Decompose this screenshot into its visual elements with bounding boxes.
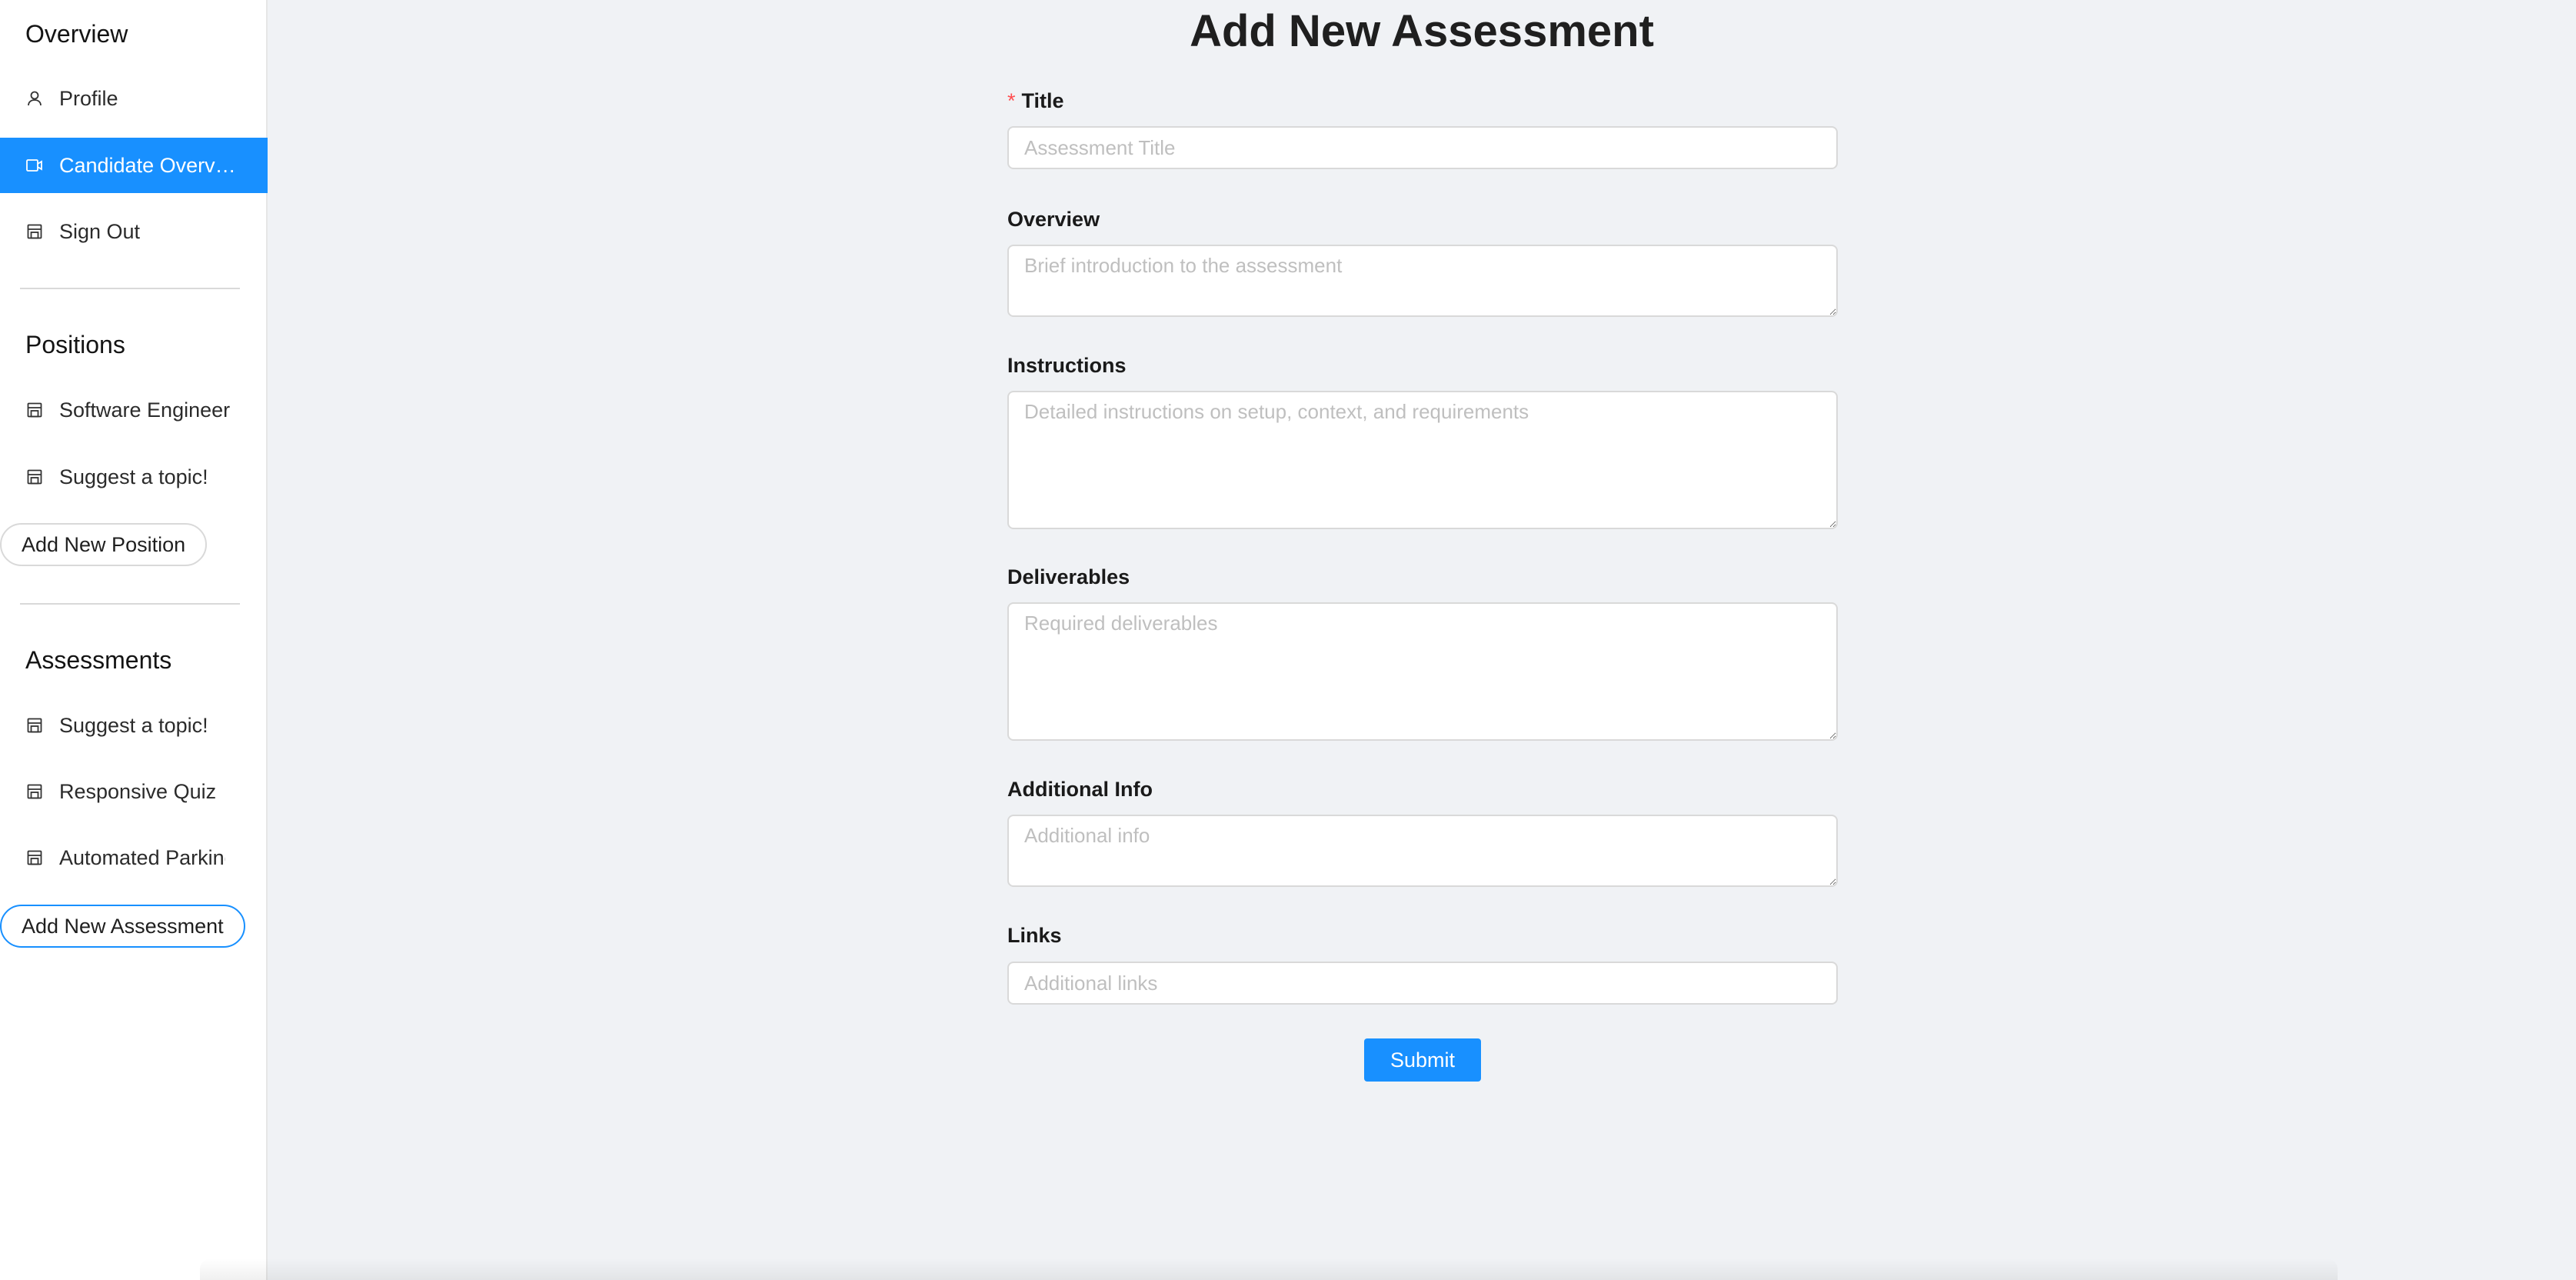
sidebar: Overview Profile Candidate Overview Sign…	[0, 0, 268, 1280]
page-title: Add New Assessment	[1190, 6, 1654, 56]
user-icon	[25, 89, 44, 108]
shop-icon	[25, 401, 44, 419]
sidebar-divider	[20, 288, 240, 289]
sidebar-item-suggest-topic-assessment[interactable]: Suggest a topic!	[0, 698, 268, 753]
sidebar-item-label: Suggest a topic!	[59, 465, 208, 488]
sidebar-item-label: Suggest a topic!	[59, 713, 208, 737]
sidebar-item-label: Candidate Overview	[59, 153, 239, 177]
deliverables-textarea[interactable]	[1007, 602, 1838, 741]
sidebar-divider	[20, 603, 240, 605]
links-input[interactable]	[1007, 962, 1838, 1005]
shop-icon	[25, 782, 44, 801]
additional-info-field-label: Additional Info	[1007, 778, 1153, 801]
add-new-position-button[interactable]: Add New Position	[0, 523, 208, 566]
sidebar-item-candidate-overview[interactable]: Candidate Overview	[0, 138, 268, 193]
submit-button[interactable]: Submit	[1364, 1038, 1481, 1082]
sidebar-item-suggest-topic-position[interactable]: Suggest a topic!	[0, 449, 268, 505]
sidebar-section-overview: Overview	[25, 20, 128, 48]
required-mark: *	[1007, 89, 1016, 112]
title-label-text: Title	[1021, 89, 1064, 112]
sidebar-item-software-engineer[interactable]: Software Engineer	[0, 382, 268, 438]
sidebar-item-responsive-quiz[interactable]: Responsive Quiz	[0, 764, 268, 819]
bottom-shadow	[200, 1258, 2338, 1280]
title-field-label: * Title	[1007, 91, 1064, 112]
sidebar-item-automated-parking[interactable]: Automated Parking	[0, 830, 268, 885]
links-field-label: Links	[1007, 924, 1062, 947]
title-input[interactable]	[1007, 126, 1838, 169]
overview-field-label: Overview	[1007, 208, 1100, 231]
sidebar-item-label: Software Engineer	[59, 398, 231, 422]
instructions-field-label: Instructions	[1007, 354, 1127, 377]
sidebar-item-label: Sign Out	[59, 219, 141, 243]
sidebar-item-profile[interactable]: Profile	[0, 71, 268, 126]
instructions-textarea[interactable]	[1007, 391, 1838, 529]
overview-textarea[interactable]	[1007, 245, 1838, 317]
sidebar-item-label: Responsive Quiz	[59, 779, 217, 803]
shop-icon	[25, 848, 44, 867]
sidebar-section-positions: Positions	[25, 331, 125, 358]
video-camera-icon	[25, 156, 44, 175]
sidebar-item-label: Automated Parking	[59, 845, 225, 869]
sidebar-item-label: Profile	[59, 86, 118, 110]
additional-info-textarea[interactable]	[1007, 815, 1838, 887]
shop-icon	[25, 716, 44, 735]
shop-icon	[25, 222, 44, 241]
add-new-assessment-button[interactable]: Add New Assessment	[0, 905, 245, 948]
shop-icon	[25, 468, 44, 486]
sidebar-section-assessments: Assessments	[25, 646, 172, 674]
sidebar-item-sign-out[interactable]: Sign Out	[0, 204, 268, 259]
deliverables-field-label: Deliverables	[1007, 565, 1130, 588]
